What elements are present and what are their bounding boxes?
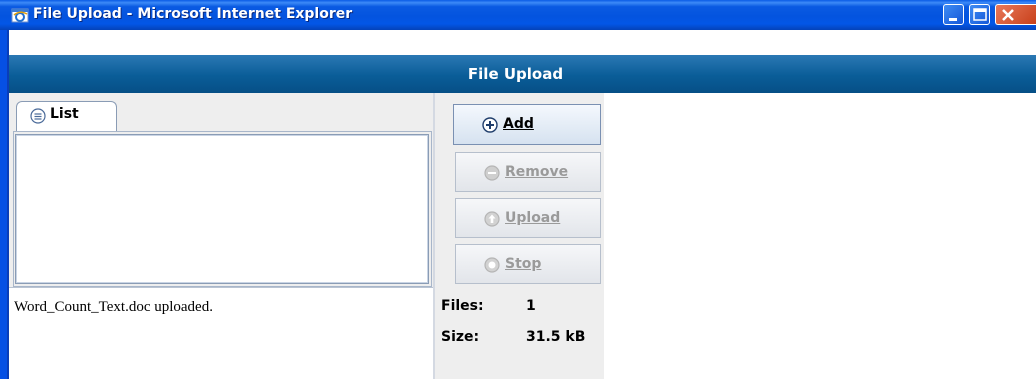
add-button-label: Add [503,116,534,132]
add-icon [482,117,498,133]
window-title: File Upload - Microsoft Internet Explore… [33,6,353,22]
minimize-icon [949,18,957,21]
control-panel: Add Remove Upload Stop Files: 1 Size: 31… [435,93,604,379]
size-value: 31.5 kB [526,329,586,345]
stop-button[interactable]: Stop [455,244,601,284]
window-frame-left [0,30,9,379]
maximize-button[interactable] [969,4,990,25]
remove-button[interactable]: Remove [455,152,601,192]
stop-button-label: Stop [505,256,542,272]
stop-icon [484,257,500,273]
add-button[interactable]: Add [453,104,601,145]
status-message: Word_Count_Text.doc uploaded. [14,299,213,315]
app-header: File Upload [9,55,1036,93]
status-area: Word_Count_Text.doc uploaded. [9,287,433,380]
maximize-icon [973,8,987,21]
close-icon [1002,9,1014,21]
upload-button[interactable]: Upload [455,198,601,238]
size-label: Size: [441,329,480,345]
upload-button-label: Upload [505,210,561,226]
close-button[interactable] [995,4,1036,25]
list-icon [30,108,46,124]
upload-icon [484,211,500,227]
file-list[interactable] [15,134,429,284]
files-label: Files: [441,298,484,314]
tab-label: List [50,106,79,122]
page-background [604,93,1036,379]
remove-button-label: Remove [505,164,569,180]
ie-icon [11,8,29,23]
tab-list[interactable]: List [16,101,117,131]
app-header-title: File Upload [467,65,564,83]
window-titlebar[interactable]: File Upload - Microsoft Internet Explore… [0,0,1036,30]
minimize-button[interactable] [943,4,964,25]
remove-icon [484,165,500,181]
files-count: 1 [526,298,536,314]
